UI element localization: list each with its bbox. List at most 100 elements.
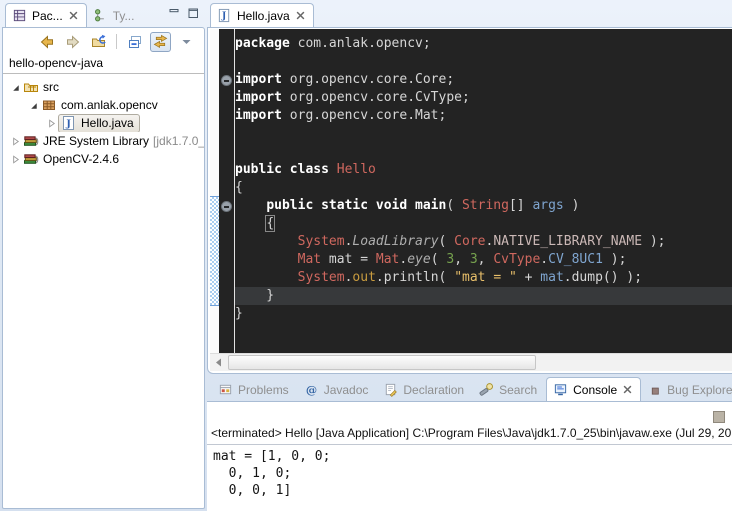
selected-item-highlight: J Hello.java (58, 114, 140, 132)
code-token: CvType (493, 252, 540, 267)
tree-item-jre-system-library[interactable]: JRE System Library[jdk1.7.0_25] (3, 132, 204, 150)
code-token: public static void main (266, 198, 446, 213)
package-icon (41, 97, 57, 113)
code-token: .dump() ); (564, 270, 642, 285)
code-token: [] (509, 198, 532, 213)
code-token: Mat (376, 252, 399, 267)
back-arrow-icon[interactable] (36, 32, 57, 52)
tab-hello-java[interactable]: J Hello.java (210, 3, 314, 27)
tab-declaration[interactable]: Declaration (377, 378, 471, 401)
tree-item-label: Hello.java (81, 116, 134, 130)
left-view-tabbar: Pac... Ty... (2, 2, 205, 27)
code-line[interactable]: { (235, 215, 732, 233)
scrollbar-thumb[interactable] (228, 355, 536, 370)
code-line[interactable]: public class Hello (235, 161, 732, 179)
code-token: org.opencv.core.Mat; (282, 108, 446, 123)
editor-content: package com.anlak.opencv; import org.open… (210, 29, 732, 353)
code-token: Hello (337, 162, 376, 177)
tab-bug-explorer[interactable]: Bug Explorer (643, 379, 732, 401)
maximize-icon[interactable] (187, 7, 199, 19)
code-token: ) (564, 198, 580, 213)
code-token: .println( (376, 270, 454, 285)
code-token: ); (603, 252, 626, 267)
tree-item-opencv-2-4-6[interactable]: OpenCV-2.4.6 (3, 150, 204, 168)
code-token: CV_8UC1 (548, 252, 603, 267)
code-line[interactable]: } (235, 287, 732, 305)
java-file-icon: J (61, 115, 77, 131)
twisty-expanded-icon[interactable] (27, 100, 40, 111)
code-line[interactable] (235, 143, 732, 161)
code-token: { (266, 216, 274, 231)
folding-ruler[interactable] (219, 29, 235, 353)
code-token (329, 162, 337, 177)
tree-item-label: com.anlak.opencv (61, 98, 158, 112)
tab-label: Pac... (32, 9, 63, 23)
code-token (235, 198, 266, 213)
code-line[interactable]: System.out.println( "mat = " + mat.dump(… (235, 269, 732, 287)
code-token: import (235, 72, 282, 87)
code-line[interactable]: package com.anlak.opencv; (235, 35, 732, 53)
close-icon[interactable] (622, 384, 633, 395)
tree-item-hello-java[interactable]: J Hello.java (3, 114, 204, 132)
tree-item-label: OpenCV-2.4.6 (43, 152, 119, 166)
package-explorer-toolbar (3, 28, 204, 55)
code-line[interactable] (235, 125, 732, 143)
code-line[interactable]: import org.opencv.core.Mat; (235, 107, 732, 125)
code-token: { (235, 180, 243, 195)
close-icon[interactable] (295, 10, 306, 21)
tab-package-explorer[interactable]: Pac... (5, 3, 87, 27)
twisty-collapsed-icon[interactable] (9, 154, 22, 165)
twisty-expanded-icon[interactable] (9, 82, 22, 93)
code-line[interactable]: public static void main( String[] args ) (235, 197, 732, 215)
code-line[interactable]: import org.opencv.core.CvType; (235, 89, 732, 107)
close-icon[interactable] (68, 10, 79, 21)
code-token (235, 252, 298, 267)
fold-minus-icon[interactable] (221, 201, 232, 212)
svg-text:J: J (65, 118, 71, 129)
code-line[interactable] (235, 53, 732, 71)
tab-javadoc[interactable]: @ Javadoc (298, 378, 376, 401)
tree-item-src[interactable]: src (3, 78, 204, 96)
collapse-all-icon[interactable] (124, 32, 145, 52)
twisty-collapsed-icon[interactable] (9, 136, 22, 147)
package-explorer-view: Pac... Ty... (2, 2, 205, 509)
code-token: Mat (298, 252, 321, 267)
code-token: System (298, 270, 345, 285)
view-menu-icon[interactable] (176, 32, 197, 52)
project-tree: srccom.anlak.opencv J Hello.java JRE System… (3, 74, 204, 168)
code-area[interactable]: package com.anlak.opencv; import org.open… (235, 29, 732, 353)
code-line[interactable]: } (235, 305, 732, 323)
tab-console[interactable]: Console (546, 377, 641, 401)
svg-text:@: @ (306, 382, 317, 396)
code-line[interactable]: Mat mat = Mat.eye( 3, 3, CvType.CV_8UC1 … (235, 251, 732, 269)
minimize-icon[interactable] (168, 7, 180, 19)
java-editor: J Hello.java package com.anlak.opencv; im… (207, 2, 732, 374)
forward-arrow-icon[interactable] (62, 32, 83, 52)
console-toolbar-button[interactable] (713, 411, 725, 423)
tab-label: Problems (238, 383, 289, 397)
annotation-ruler[interactable] (210, 29, 219, 353)
scroll-left-icon[interactable] (210, 354, 227, 371)
console-view: Problems @ Javadoc Declaration Search Co… (207, 376, 732, 511)
tree-item-com-anlak-opencv[interactable]: com.anlak.opencv (3, 96, 204, 114)
code-token: System (298, 234, 345, 249)
code-line[interactable]: System.LoadLibrary( Core.NATIVE_LIBRARY_… (235, 233, 732, 251)
console-output-line: 0, 0, 1] (213, 482, 732, 499)
code-token: args (532, 198, 563, 213)
tab-search[interactable]: Search (473, 378, 544, 401)
method-range-indicator (210, 196, 219, 306)
library-icon (23, 151, 39, 167)
go-up-icon[interactable] (88, 32, 109, 52)
twisty-collapsed-icon[interactable] (45, 118, 58, 129)
link-with-editor-icon[interactable] (150, 32, 171, 52)
code-token: mat = (321, 252, 376, 267)
tab-problems[interactable]: Problems (212, 378, 296, 401)
code-token: "mat = " (454, 270, 517, 285)
type-hierarchy-icon (93, 8, 108, 23)
editor-horizontal-scrollbar[interactable] (210, 353, 732, 371)
code-line[interactable]: import org.opencv.core.Core; (235, 71, 732, 89)
fold-minus-icon[interactable] (221, 75, 232, 86)
tree-item-label: src (43, 80, 59, 94)
code-line[interactable]: { (235, 179, 732, 197)
tab-type-hierarchy[interactable]: Ty... (87, 4, 142, 27)
